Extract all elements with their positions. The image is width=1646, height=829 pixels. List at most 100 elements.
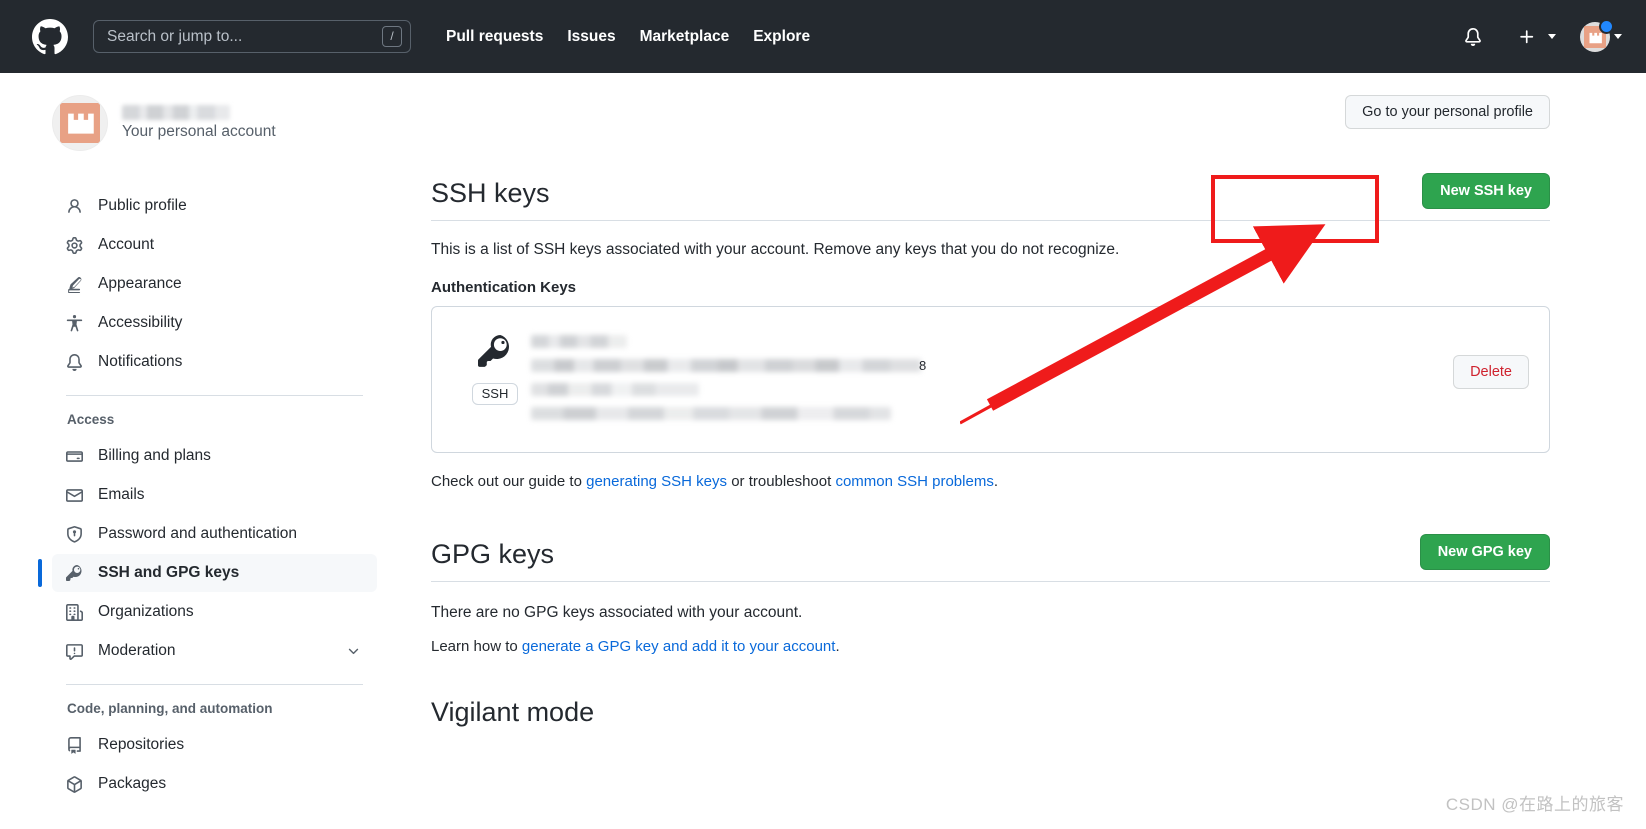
- header-actions: [1456, 18, 1622, 52]
- gpg-learn-suffix: .: [835, 638, 840, 655]
- sidebar-item-label: Account: [98, 236, 155, 253]
- sidebar-group-title-access: Access: [67, 412, 115, 427]
- shield-lock-icon: [66, 525, 83, 543]
- sidebar-item-label: Public profile: [98, 197, 187, 214]
- credit-card-icon: [66, 448, 83, 465]
- sidebar-item-label: Repositories: [98, 736, 185, 753]
- global-header: / Pull requests Issues Marketplace Explo…: [0, 0, 1646, 73]
- sidebar-item-label: Billing and plans: [98, 447, 211, 464]
- new-gpg-key-button[interactable]: New GPG key: [1419, 534, 1550, 570]
- nav-explore[interactable]: Explore: [753, 28, 810, 46]
- ssh-key-card: SSH 8 Delete: [431, 306, 1550, 453]
- ssh-key-details: 8: [531, 329, 1453, 431]
- ssh-key-last-used-redacted: [531, 407, 891, 420]
- sidebar-item-label: Appearance: [98, 275, 182, 292]
- account-subtitle: Your personal account: [122, 122, 276, 140]
- sidebar-item-repositories[interactable]: Repositories: [52, 726, 377, 764]
- ssh-help-prefix: Check out our guide to: [431, 473, 587, 490]
- key-icon: [66, 564, 83, 582]
- mail-icon: [66, 487, 83, 504]
- sidebar-divider-1: [66, 395, 363, 396]
- sidebar-group-title-code: Code, planning, and automation: [67, 701, 273, 716]
- ssh-help-suffix: .: [993, 473, 998, 490]
- gpg-section: GPG keys New GPG key There are no GPG ke…: [431, 534, 1550, 655]
- sidebar-item-packages[interactable]: Packages: [52, 765, 377, 803]
- ssh-section-header: SSH keys New SSH key: [431, 173, 1550, 221]
- sidebar-item-password-and-authentication[interactable]: Password and authentication: [52, 515, 377, 553]
- github-mark-icon[interactable]: [32, 18, 68, 55]
- sidebar-item-label: Organizations: [98, 603, 194, 620]
- account-name-redacted: [122, 104, 230, 120]
- package-icon: [66, 775, 83, 793]
- sidebar-item-emails[interactable]: Emails: [52, 476, 377, 514]
- ssh-key-card-left: SSH: [459, 329, 531, 405]
- person-icon: [66, 198, 83, 215]
- sidebar-item-organizations[interactable]: Organizations: [52, 593, 377, 631]
- chevron-down-icon[interactable]: [346, 644, 361, 659]
- ssh-key-title-redacted: [531, 335, 627, 348]
- common-ssh-problems-link[interactable]: common SSH problems: [835, 473, 993, 490]
- gear-icon: [66, 236, 83, 254]
- nav-issues[interactable]: Issues: [567, 28, 615, 46]
- sidebar-code-group: Repositories Packages: [52, 726, 377, 803]
- search-input[interactable]: [107, 21, 382, 52]
- gpg-empty-text: There are no GPG keys associated with yo…: [431, 604, 803, 621]
- sidebar-item-account[interactable]: Account: [52, 226, 377, 264]
- page-body: Your personal account Public profile Acc…: [0, 73, 1646, 829]
- ssh-help-line: Check out our guide to generating SSH ke…: [431, 473, 1550, 490]
- ssh-key-added-redacted: [531, 383, 699, 396]
- organization-icon: [66, 603, 83, 621]
- generate-gpg-key-link[interactable]: generate a GPG key and add it to your ac…: [522, 638, 836, 655]
- sidebar-item-moderation[interactable]: Moderation: [52, 632, 377, 670]
- sidebar-divider-2: [66, 684, 363, 685]
- sidebar-item-ssh-and-gpg-keys[interactable]: SSH and GPG keys: [38, 554, 377, 592]
- sidebar-item-label: Password and authentication: [98, 525, 298, 542]
- repo-icon: [66, 736, 83, 754]
- sidebar-item-accessibility[interactable]: Accessibility: [52, 304, 377, 342]
- chevron-down-icon[interactable]: [1614, 34, 1622, 39]
- primary-nav: Pull requests Issues Marketplace Explore: [446, 28, 810, 46]
- sidebar-item-label: Packages: [98, 775, 167, 792]
- sidebar-item-public-profile[interactable]: Public profile: [52, 187, 377, 225]
- ssh-key-actions: Delete: [1453, 329, 1529, 389]
- account-menu[interactable]: [1580, 18, 1622, 52]
- search-box[interactable]: /: [93, 20, 411, 53]
- vigilant-mode-section: Vigilant mode: [431, 697, 1550, 728]
- account-header: Your personal account: [52, 95, 377, 151]
- ssh-badge: SSH: [471, 383, 519, 405]
- paintbrush-icon: [66, 276, 83, 293]
- new-ssh-key-button[interactable]: New SSH key: [1422, 173, 1550, 209]
- sidebar-item-notifications[interactable]: Notifications: [52, 343, 377, 381]
- sidebar-item-label: Notifications: [98, 353, 183, 370]
- nav-pull-requests[interactable]: Pull requests: [446, 28, 543, 46]
- gpg-learn-line: Learn how to generate a GPG key and add …: [431, 638, 1550, 655]
- go-to-personal-profile-button[interactable]: Go to your personal profile: [1345, 95, 1550, 129]
- avatar[interactable]: [1580, 18, 1614, 52]
- delete-ssh-key-button[interactable]: Delete: [1453, 355, 1529, 389]
- page-title: SSH keys: [431, 177, 550, 208]
- sidebar-item-appearance[interactable]: Appearance: [52, 265, 377, 303]
- plus-icon[interactable]: [1510, 28, 1544, 46]
- sidebar-item-label: Moderation: [98, 642, 176, 659]
- generating-ssh-keys-link[interactable]: generating SSH keys: [586, 473, 727, 490]
- bell-icon[interactable]: [1456, 27, 1490, 46]
- vigilant-mode-title: Vigilant mode: [431, 697, 595, 727]
- search-shortcut-badge: /: [382, 26, 402, 47]
- create-new-menu[interactable]: [1510, 28, 1556, 46]
- key-icon: [478, 335, 512, 374]
- settings-sidebar: Your personal account Public profile Acc…: [0, 95, 383, 829]
- sidebar-item-label: Accessibility: [98, 314, 183, 331]
- sidebar-item-billing-and-plans[interactable]: Billing and plans: [52, 437, 377, 475]
- bell-icon: [66, 353, 83, 371]
- ssh-key-fingerprint-redacted: [531, 359, 921, 372]
- sidebar-primary-group: Public profile Account Appearance Access…: [52, 187, 377, 381]
- chevron-down-icon[interactable]: [1548, 34, 1556, 39]
- main-content: Go to your personal profile SSH keys New…: [383, 95, 1646, 829]
- sidebar-access-group: Billing and plans Emails Password and au…: [38, 437, 377, 670]
- gpg-learn-prefix: Learn how to: [431, 638, 522, 655]
- ssh-key-fingerprint-tail: 8: [919, 358, 927, 373]
- nav-marketplace[interactable]: Marketplace: [640, 28, 730, 46]
- ssh-help-middle: or troubleshoot: [727, 473, 836, 490]
- account-avatar[interactable]: [52, 95, 108, 151]
- gpg-section-header: GPG keys New GPG key: [431, 534, 1550, 582]
